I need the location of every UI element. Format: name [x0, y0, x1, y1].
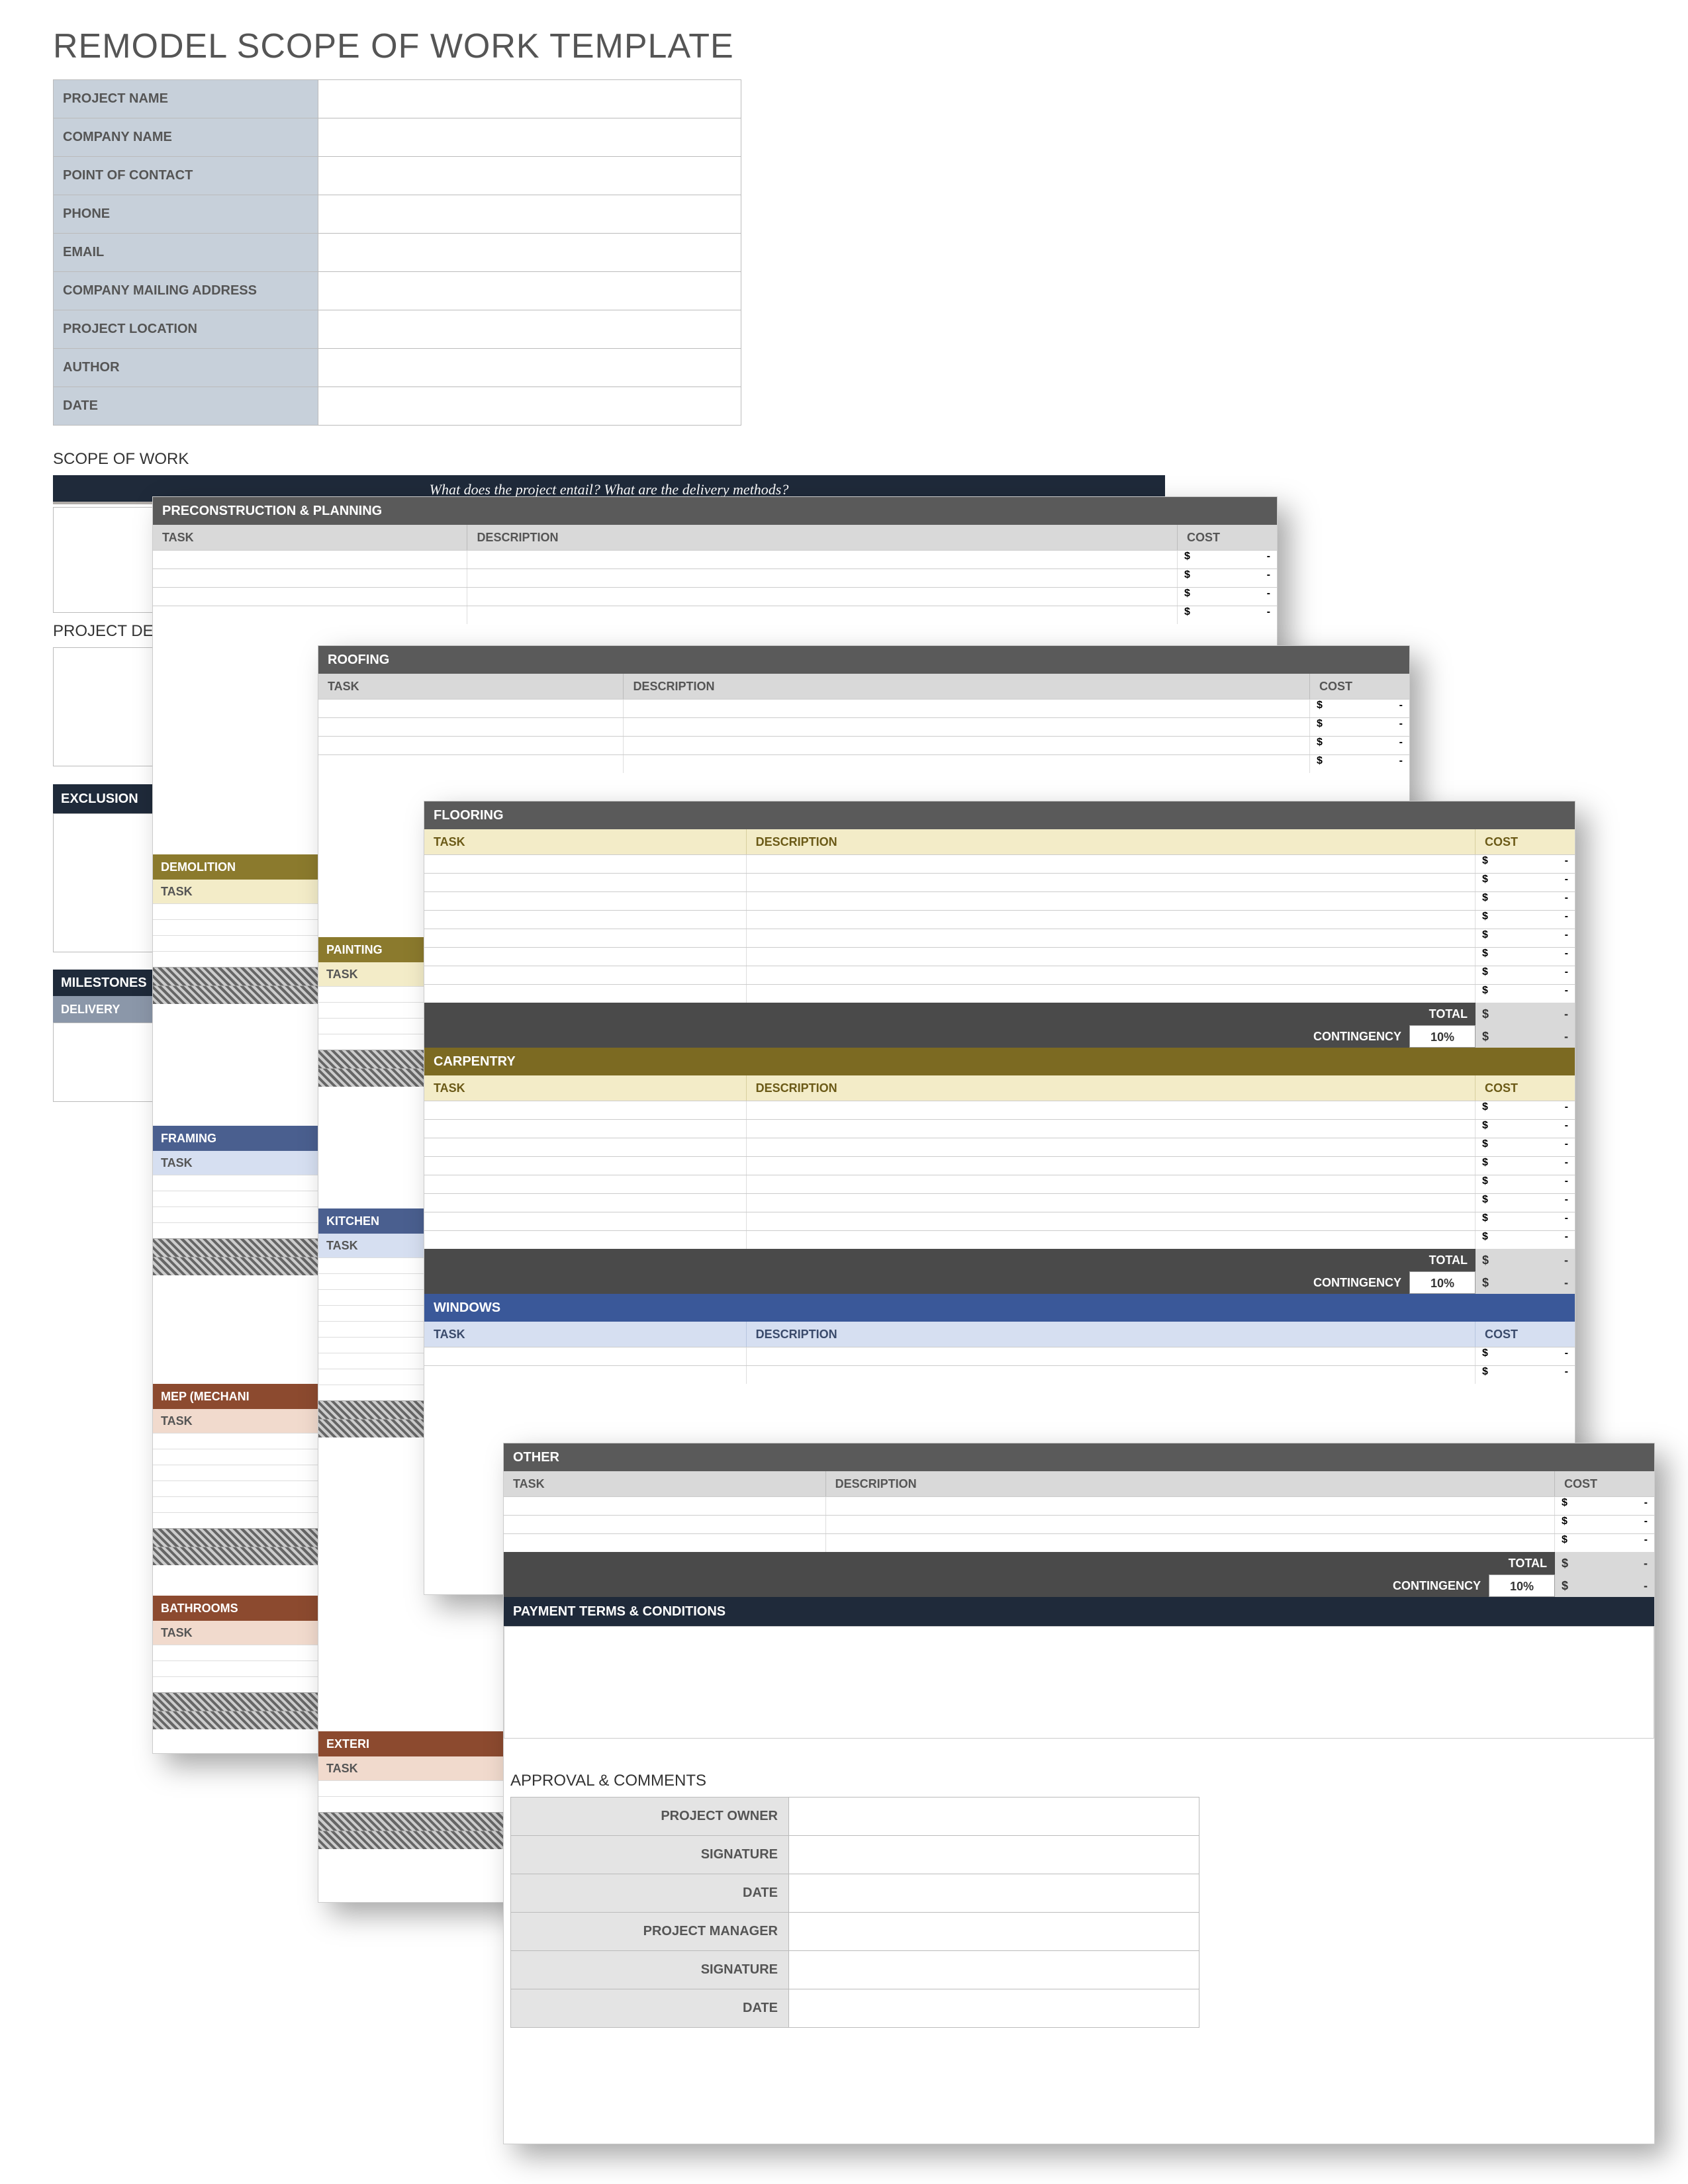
col-task: TASK: [153, 525, 467, 550]
approval-value[interactable]: [789, 1913, 1199, 1951]
approval-value[interactable]: [789, 1989, 1199, 2028]
payment-terms-header: PAYMENT TERMS & CONDITIONS: [504, 1597, 1654, 1626]
info-label: PROJECT LOCATION: [54, 310, 318, 349]
info-value[interactable]: [318, 234, 741, 272]
table-row[interactable]: $-: [504, 1515, 1654, 1533]
table-row[interactable]: $-: [424, 854, 1575, 873]
table-row[interactable]: $-: [424, 891, 1575, 910]
roofing-columns: TASK DESCRIPTION COST: [318, 674, 1409, 699]
col-cost: COST: [1178, 525, 1277, 550]
approval-value[interactable]: [789, 1874, 1199, 1913]
table-row[interactable]: $-: [318, 717, 1409, 736]
table-row[interactable]: $-: [424, 910, 1575, 929]
info-value[interactable]: [318, 157, 741, 195]
project-deliverables-heading: PROJECT DEL: [53, 622, 162, 641]
other-columns: TASK DESCRIPTION COST: [504, 1471, 1654, 1496]
info-label: COMPANY NAME: [54, 118, 318, 157]
table-row[interactable]: $-: [424, 1230, 1575, 1249]
carpentry-contingency: CONTINGENCY 10% $-: [424, 1271, 1575, 1294]
info-label: PROJECT NAME: [54, 80, 318, 118]
flooring-total: TOTAL $-: [424, 1003, 1575, 1025]
section-windows: WINDOWS: [424, 1294, 1575, 1322]
table-row[interactable]: $-: [424, 1193, 1575, 1212]
other-total: TOTAL $-: [504, 1552, 1654, 1574]
table-row[interactable]: $-: [153, 606, 1277, 624]
approval-label: PROJECT OWNER: [511, 1797, 789, 1836]
page-title: REMODEL SCOPE OF WORK TEMPLATE: [53, 26, 734, 66]
table-row[interactable]: $-: [424, 966, 1575, 984]
table-row[interactable]: $-: [424, 929, 1575, 947]
sheet-other: OTHER TASK DESCRIPTION COST $-$-$- TOTAL…: [503, 1443, 1655, 2144]
approval-value[interactable]: [789, 1797, 1199, 1836]
info-value[interactable]: [318, 195, 741, 234]
windows-columns: TASK DESCRIPTION COST: [424, 1322, 1575, 1347]
other-contingency: CONTINGENCY 10% $-: [504, 1574, 1654, 1597]
table-row[interactable]: $-: [504, 1496, 1654, 1515]
table-row[interactable]: $-: [504, 1533, 1654, 1552]
table-row[interactable]: $-: [424, 1175, 1575, 1193]
approval-label: SIGNATURE: [511, 1836, 789, 1874]
payment-terms-body[interactable]: [504, 1626, 1654, 1739]
table-row[interactable]: $-: [153, 550, 1277, 569]
info-label: POINT OF CONTACT: [54, 157, 318, 195]
approval-value[interactable]: [789, 1951, 1199, 1989]
table-row[interactable]: $-: [153, 587, 1277, 606]
approval-label: SIGNATURE: [511, 1951, 789, 1989]
table-row[interactable]: $-: [424, 984, 1575, 1003]
info-value[interactable]: [318, 349, 741, 387]
table-row[interactable]: $-: [153, 569, 1277, 587]
info-value[interactable]: [318, 387, 741, 426]
info-label: EMAIL: [54, 234, 318, 272]
info-label: COMPANY MAILING ADDRESS: [54, 272, 318, 310]
section-flooring: FLOORING: [424, 801, 1575, 829]
info-value[interactable]: [318, 80, 741, 118]
table-row[interactable]: $-: [318, 699, 1409, 717]
table-row[interactable]: $-: [424, 1212, 1575, 1230]
info-value[interactable]: [318, 118, 741, 157]
table-row[interactable]: $-: [424, 873, 1575, 891]
info-value[interactable]: [318, 310, 741, 349]
project-info-table: PROJECT NAMECOMPANY NAMEPOINT OF CONTACT…: [53, 79, 741, 426]
table-row[interactable]: $-: [424, 1119, 1575, 1138]
section-roofing: ROOFING: [318, 646, 1409, 674]
scope-of-work-heading: SCOPE OF WORK: [53, 450, 189, 469]
table-row[interactable]: $-: [424, 1347, 1575, 1365]
flooring-columns: TASK DESCRIPTION COST: [424, 829, 1575, 854]
table-row[interactable]: $-: [424, 947, 1575, 966]
flooring-contingency: CONTINGENCY 10% $-: [424, 1025, 1575, 1048]
approval-label: DATE: [511, 1989, 789, 2028]
approval-heading: APPROVAL & COMMENTS: [504, 1772, 1654, 1790]
info-value[interactable]: [318, 272, 741, 310]
precon-columns: TASK DESCRIPTION COST: [153, 525, 1277, 550]
approval-label: PROJECT MANAGER: [511, 1913, 789, 1951]
table-row[interactable]: $-: [318, 754, 1409, 773]
section-precon: PRECONSTRUCTION & PLANNING: [153, 497, 1277, 525]
table-row[interactable]: $-: [424, 1156, 1575, 1175]
table-row[interactable]: $-: [318, 736, 1409, 754]
info-label: DATE: [54, 387, 318, 426]
info-label: AUTHOR: [54, 349, 318, 387]
carpentry-columns: TASK DESCRIPTION COST: [424, 1075, 1575, 1101]
approval-label: DATE: [511, 1874, 789, 1913]
table-row[interactable]: $-: [424, 1365, 1575, 1384]
section-carpentry: CARPENTRY: [424, 1048, 1575, 1075]
table-row[interactable]: $-: [424, 1138, 1575, 1156]
carpentry-total: TOTAL $-: [424, 1249, 1575, 1271]
section-other: OTHER: [504, 1443, 1654, 1471]
approval-value[interactable]: [789, 1836, 1199, 1874]
approval-table: PROJECT OWNERSIGNATUREDATEPROJECT MANAGE…: [510, 1797, 1199, 2028]
table-row[interactable]: $-: [424, 1101, 1575, 1119]
info-label: PHONE: [54, 195, 318, 234]
col-description: DESCRIPTION: [467, 525, 1178, 550]
